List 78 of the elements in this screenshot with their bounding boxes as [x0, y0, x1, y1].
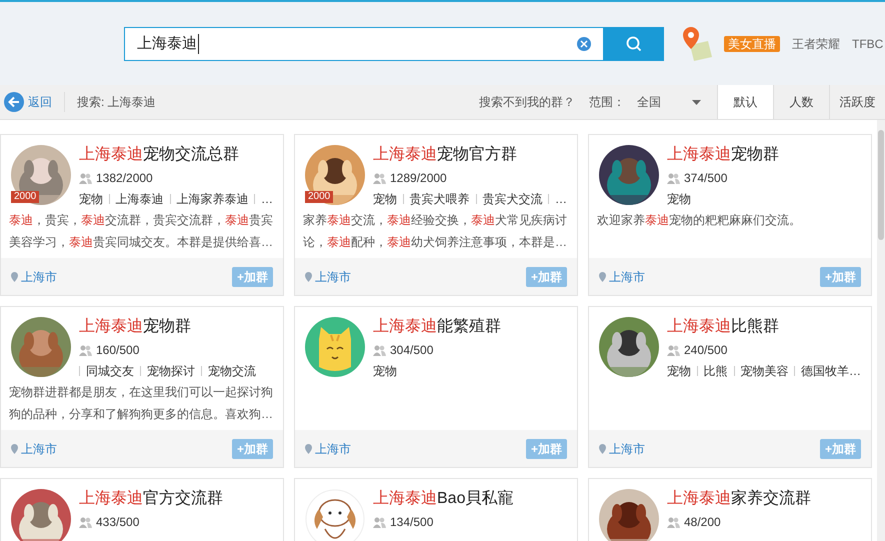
location-link[interactable]: 上海市 [599, 440, 645, 458]
member-count: 160/500 [96, 342, 140, 359]
scrollbar[interactable] [877, 120, 885, 541]
pin-icon [11, 444, 18, 454]
capacity-badge: 2000 [11, 191, 40, 203]
group-name[interactable]: 上海泰迪家养交流群 [667, 489, 811, 509]
pin-icon [11, 272, 18, 282]
member-count: 374/500 [684, 170, 728, 187]
members-icon [373, 172, 386, 184]
capacity-badge: 2000 [305, 191, 334, 203]
group-tag: 宠物交流 [208, 362, 256, 380]
group-tag: 宠物 [667, 190, 691, 208]
search-input[interactable]: 上海泰迪 [137, 34, 199, 54]
members-icon [667, 344, 680, 356]
header-link[interactable]: 王者荣耀 [792, 34, 840, 52]
member-count: 134/500 [390, 514, 434, 531]
group-name[interactable]: 上海泰迪宠物群 [79, 317, 256, 337]
range-label: 范围： [589, 94, 625, 111]
caret-icon [692, 100, 701, 104]
back-button[interactable]: 返回 [4, 92, 65, 112]
members-icon [667, 516, 680, 528]
member-count: 240/500 [684, 342, 728, 359]
member-count: 1382/2000 [96, 170, 153, 187]
group-name[interactable]: 上海泰迪Bao貝私寵 [373, 489, 514, 509]
group-tag: 上海家养泰迪 [176, 190, 248, 208]
pin-icon [599, 272, 606, 282]
clear-icon[interactable] [577, 36, 591, 50]
members-icon [373, 344, 386, 356]
member-count: 304/500 [390, 342, 434, 359]
group-tag: 宠物美容 [740, 362, 788, 380]
group-tag: 宠物 [373, 362, 397, 380]
group-tag: 宠物 [79, 190, 103, 208]
group-name[interactable]: 上海泰迪宠物群 [667, 145, 779, 165]
group-name[interactable]: 上海泰迪能繁殖群 [373, 317, 501, 337]
range-dropdown[interactable]: 全国 [637, 93, 701, 111]
search-icon [626, 36, 642, 52]
group-description: 宠物群进群都是朋友，在这里我们可以一起探讨狗狗的品种，分享和了解狗狗更多的信息。喜欢狗… [8, 384, 274, 423]
group-tag: 宠物探讨 [147, 362, 195, 380]
location-link[interactable]: 上海市 [11, 440, 57, 458]
header-link[interactable]: TFBC [852, 34, 884, 52]
group-name[interactable]: 上海泰迪宠物官方群 [373, 145, 567, 165]
members-icon [79, 516, 92, 528]
group-tag: 宠物 [373, 190, 397, 208]
group-name[interactable]: 上海泰迪宠物交流总群 [79, 145, 273, 165]
group-tag: 比熊 [704, 362, 728, 380]
search-button[interactable] [604, 26, 664, 60]
group-tag: 同城交友 [86, 362, 134, 380]
group-tag: 贵宾犬交流 [482, 190, 542, 208]
members-icon [79, 344, 92, 356]
group-tag: 宠物 [667, 362, 691, 380]
members-icon [79, 172, 92, 184]
group-tag: 上海泰迪 [116, 190, 164, 208]
group-description: 家养泰迪交流，泰迪经验交换，泰迪犬常见疾病讨论，泰迪配种，泰迪幼犬饲养注意事项，本群是… [302, 212, 568, 251]
location-link[interactable]: 上海市 [305, 440, 351, 458]
member-count: 433/500 [96, 514, 140, 531]
group-name[interactable]: 上海泰迪官方交流群 [79, 489, 223, 509]
location-link[interactable]: 上海市 [599, 268, 645, 286]
search-query: 搜索: 上海泰迪 [77, 94, 156, 111]
pin-icon [305, 272, 312, 282]
pin-icon [305, 444, 312, 454]
group-description: 泰迪，贵宾，泰迪交流群，贵宾交流群，泰迪贵宾美容学习，泰迪贵宾同城交友。本群是提供给喜… [8, 212, 274, 251]
member-count: 48/200 [684, 514, 721, 531]
help-link[interactable]: 搜索不到我的群？ [479, 93, 575, 111]
sort-tab[interactable]: 默认 [717, 85, 773, 119]
group-tag: … [261, 190, 274, 208]
group-tag: 贵宾犬喂养 [410, 190, 470, 208]
group-description: 欢迎家养泰迪宠物的粑粑麻麻们交流。 [596, 212, 802, 229]
location-link[interactable]: 上海市 [305, 268, 351, 286]
members-icon [373, 516, 386, 528]
group-tag: … [555, 190, 568, 208]
pin-icon [599, 444, 606, 454]
map-pin-icon[interactable] [682, 26, 712, 60]
location-link[interactable]: 上海市 [11, 268, 57, 286]
member-count: 1289/2000 [390, 170, 447, 187]
search-field[interactable]: 上海泰迪 [124, 26, 604, 60]
group-tag: 德国牧羊… [801, 362, 862, 380]
group-name[interactable]: 上海泰迪比熊群 [667, 317, 861, 337]
members-icon [667, 172, 680, 184]
